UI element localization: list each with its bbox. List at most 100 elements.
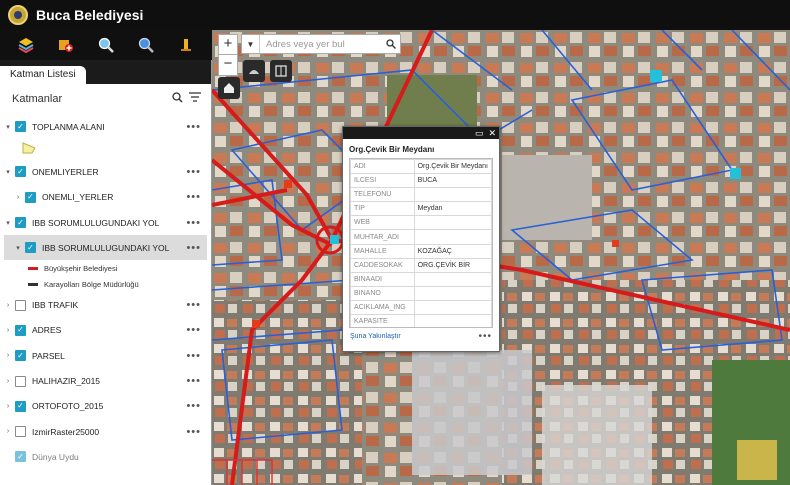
expand-icon[interactable]: › [4, 428, 12, 435]
attribute-table-scroll[interactable]: ADI Org.Çevik Bir Meydanı ILCESI BUCA TELEFO… [349, 158, 493, 328]
legend-polygon-row [4, 139, 207, 159]
layer-checkbox[interactable] [25, 191, 36, 203]
layer-checkbox[interactable] [15, 299, 26, 311]
measure-icon[interactable] [175, 34, 197, 56]
layer-options-icon[interactable]: ••• [186, 242, 201, 254]
address-search-box[interactable]: ▼ Adres veya yer bul [241, 34, 401, 54]
layer-options-icon[interactable]: ••• [186, 426, 201, 438]
layer-options-icon[interactable]: ••• [186, 166, 201, 178]
layer-checkbox[interactable] [25, 242, 36, 254]
layer-item[interactable]: › ONEMLI_YERLER ••• [4, 185, 207, 210]
close-icon[interactable]: ✕ [488, 128, 496, 139]
chevron-down-icon[interactable]: ▼ [242, 35, 260, 53]
expand-icon[interactable]: › [4, 378, 12, 385]
expand-icon[interactable]: ▾ [4, 219, 12, 227]
layer-options-icon[interactable]: ••• [186, 324, 201, 336]
layer-item[interactable]: › IzmirRaster25000 ••• [4, 419, 207, 444]
expand-icon[interactable]: ▾ [14, 244, 22, 252]
layer-checkbox[interactable] [15, 426, 26, 438]
search-icon[interactable] [135, 34, 157, 56]
layer-checkbox[interactable] [15, 375, 26, 387]
expand-icon[interactable]: › [14, 194, 22, 201]
maximize-icon[interactable]: ▭ [475, 128, 484, 139]
layer-checkbox[interactable] [15, 400, 26, 412]
attribute-value [413, 229, 492, 245]
legend-item: Büyükşehir Belediyesi [4, 260, 207, 276]
layer-checkbox[interactable] [15, 324, 26, 336]
layer-options-icon[interactable]: ••• [186, 400, 201, 412]
legend-swatch [28, 266, 38, 270]
layer-checkbox[interactable] [15, 121, 26, 133]
attribute-value: BUCA [413, 173, 492, 189]
attribute-row: KAPASITE [350, 314, 492, 327]
layer-options-icon[interactable]: ••• [186, 191, 201, 203]
layer-label: TOPLANMA ALANI [32, 121, 105, 132]
basemap-button[interactable] [243, 60, 265, 82]
attribute-row: BINAADI [350, 271, 492, 287]
tab-layer-list[interactable]: Katman Listesi [0, 66, 86, 84]
layers-icon[interactable] [15, 34, 37, 56]
layer-checkbox[interactable] [15, 451, 26, 463]
app-header: Buca Belediyesi [0, 0, 790, 30]
add-layer-icon[interactable] [55, 34, 77, 56]
layer-item[interactable]: ▾ ONEMLIYERLER ••• [4, 159, 207, 184]
search-icon[interactable] [172, 90, 183, 108]
layer-item[interactable]: Dünya Uydu [4, 444, 207, 469]
layer-checkbox[interactable] [15, 166, 26, 178]
layer-item[interactable]: › HALIHAZIR_2015 ••• [4, 368, 207, 393]
attribute-row: MUHTAR_ADI [350, 229, 492, 245]
attribute-value [413, 271, 492, 287]
attribute-key: BINANO [350, 285, 415, 301]
layer-item-selected[interactable]: ▾ IBB SORUMLULUGUNDAKI YOL ••• [4, 235, 207, 261]
layer-options-icon[interactable]: ••• [186, 375, 201, 387]
expand-icon[interactable]: › [4, 352, 12, 359]
zoom-out-button[interactable]: − [219, 55, 237, 75]
layer-options-icon[interactable]: ••• [186, 350, 201, 362]
layer-label: HALIHAZIR_2015 [32, 376, 101, 387]
layer-label: IBB TRAFIK [32, 300, 79, 311]
attribute-row: ACIKLAMA_ING [350, 299, 492, 316]
layer-options-icon[interactable]: ••• [186, 299, 201, 311]
attribute-key: WEB [350, 215, 415, 231]
popup-titlebar: ▭ ✕ [343, 127, 499, 139]
filter-icon[interactable] [189, 90, 201, 108]
layer-options-icon[interactable]: ••• [186, 121, 201, 133]
map-view[interactable] [212, 30, 790, 485]
layer-checkbox[interactable] [15, 217, 26, 229]
attribute-row: TELEFONU [350, 187, 492, 203]
home-button[interactable] [218, 77, 240, 99]
layer-item[interactable]: ▾ TOPLANMA ALANI ••• [4, 114, 207, 139]
search-input[interactable]: Adres veya yer bul [260, 39, 382, 50]
attribute-value [413, 285, 492, 301]
layer-item[interactable]: › ADRES ••• [4, 318, 207, 343]
zoom-in-icon[interactable] [95, 34, 117, 56]
search-icon[interactable] [382, 39, 400, 49]
attribute-key: MUHTAR_ADI [350, 229, 415, 245]
expand-icon[interactable]: › [4, 302, 12, 309]
zoom-to-link[interactable]: Şuna Yakınlaştır [350, 333, 401, 340]
layer-options-icon[interactable]: ••• [186, 217, 201, 229]
layer-item[interactable]: ▾ IBB SORUMLULUGUNDAKI YOL ••• [4, 210, 207, 235]
app-title: Buca Belediyesi [36, 7, 144, 23]
overview-button[interactable] [270, 60, 292, 82]
layer-label: IBB SORUMLULUGUNDAKI YOL [42, 242, 170, 253]
attribute-row: ADI Org.Çevik Bir Meydanı [350, 159, 492, 175]
layer-item[interactable]: › PARSEL ••• [4, 343, 207, 368]
zoom-control: + − [218, 34, 238, 76]
popup-options-icon[interactable]: ••• [478, 331, 492, 342]
zoom-in-button[interactable]: + [219, 35, 237, 55]
layer-checkbox[interactable] [15, 350, 26, 362]
attribute-row: TIP Meydan [350, 201, 492, 217]
attribute-value: Meydan [413, 201, 492, 217]
layer-item[interactable]: › IBB TRAFIK ••• [4, 292, 207, 317]
expand-icon[interactable]: ▾ [4, 123, 12, 131]
expand-icon[interactable]: › [4, 403, 12, 410]
attribute-value [413, 215, 492, 231]
expand-icon[interactable]: ▾ [4, 168, 12, 176]
attribute-row: MAHALLE KOZAĞAÇ [350, 243, 492, 259]
toolbar [0, 30, 212, 60]
layer-item[interactable]: › ORTOFOTO_2015 ••• [4, 394, 207, 419]
expand-icon[interactable]: › [4, 327, 12, 334]
attribute-value [413, 187, 492, 203]
layer-label: ONEMLIYERLER [32, 166, 99, 177]
